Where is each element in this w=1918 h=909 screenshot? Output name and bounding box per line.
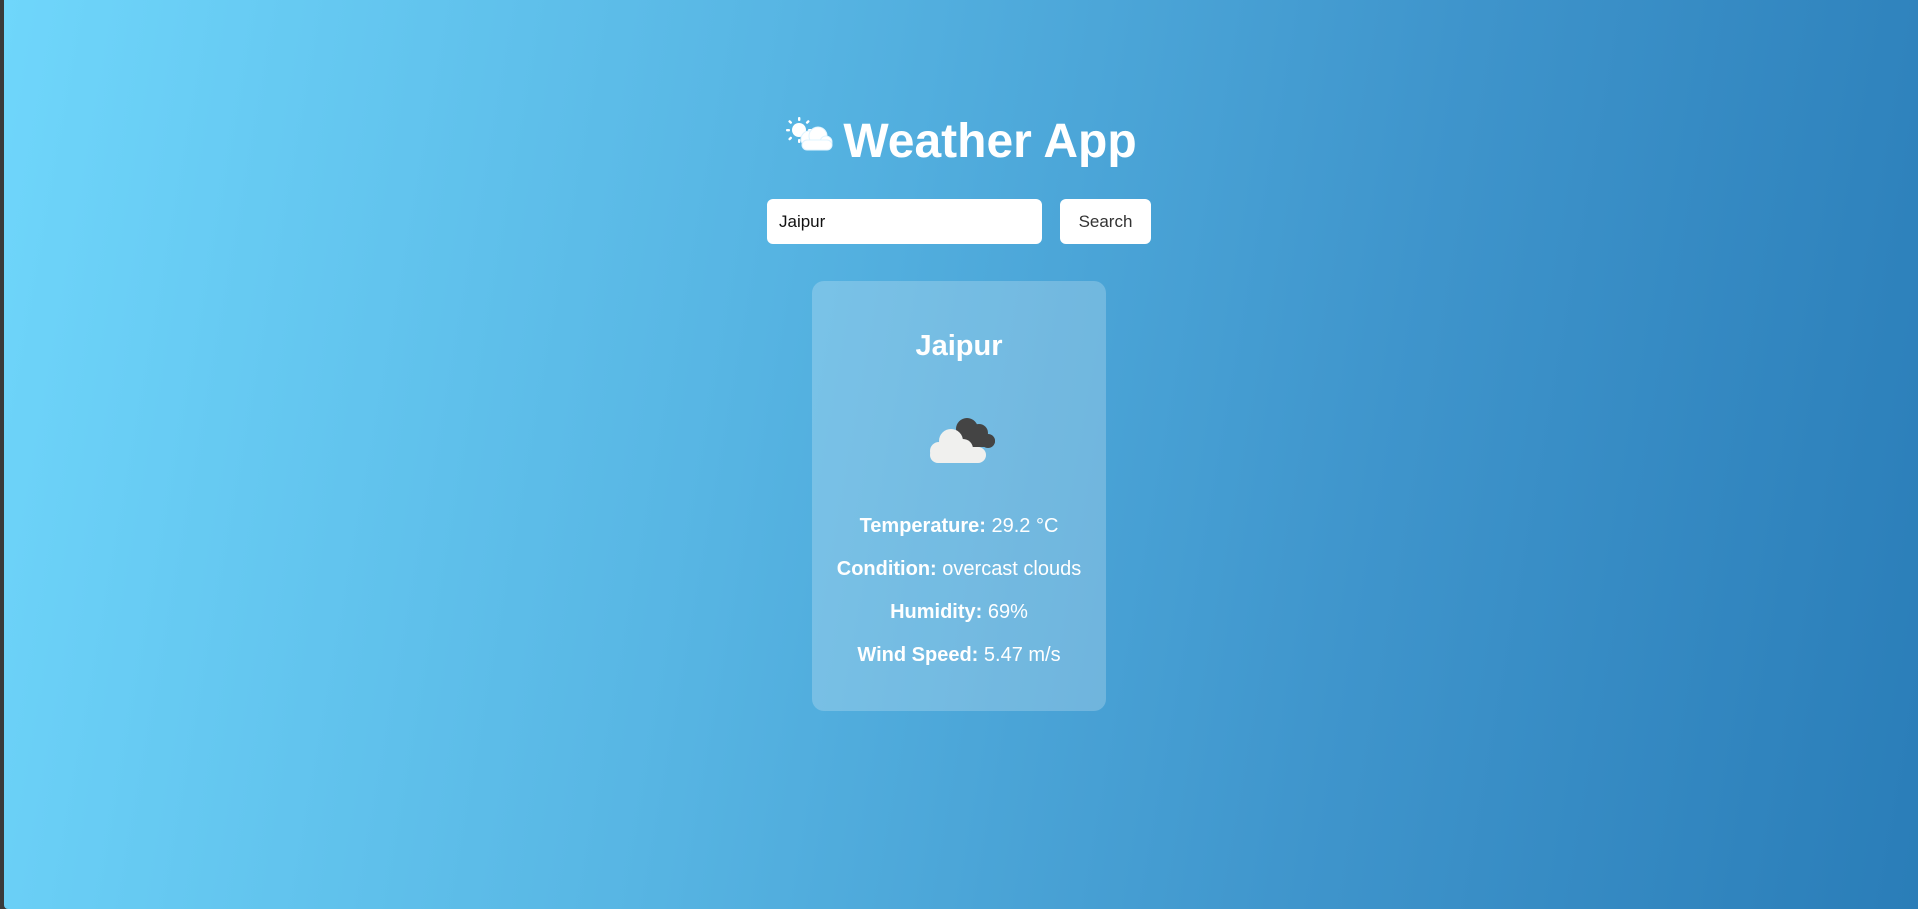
condition-row: Condition: overcast clouds xyxy=(812,556,1106,582)
city-search-input[interactable] xyxy=(767,199,1042,244)
sun-behind-cloud-icon xyxy=(785,110,833,170)
humidity-value: 69% xyxy=(987,601,1028,623)
condition-value: overcast clouds xyxy=(942,558,1082,580)
overcast-clouds-icon xyxy=(930,418,995,463)
wind-speed-label: Wind Speed: xyxy=(857,644,979,666)
city-name: Jaipur xyxy=(915,330,1003,362)
wind-speed-row: Wind Speed: 5.47 m/s xyxy=(812,642,1106,668)
weather-card: Jaipur Temperature: 29.2 °C Condition: o… xyxy=(812,281,1106,711)
temperature-row: Temperature: 29.2 °C xyxy=(812,513,1106,539)
humidity-row: Humidity: 69% xyxy=(812,599,1106,625)
temperature-value: 29.2 °C xyxy=(991,515,1059,537)
wind-speed-value: 5.47 m/s xyxy=(983,644,1061,666)
search-button[interactable]: Search xyxy=(1060,199,1151,244)
condition-label: Condition: xyxy=(836,558,937,580)
app-background: Weather App Search Jaipur Temperature: 2… xyxy=(4,0,1918,909)
temperature-label: Temperature: xyxy=(859,515,986,537)
page-title: Weather App xyxy=(4,112,1918,174)
humidity-label: Humidity: xyxy=(890,601,983,623)
page-title-text: Weather App xyxy=(843,115,1137,168)
